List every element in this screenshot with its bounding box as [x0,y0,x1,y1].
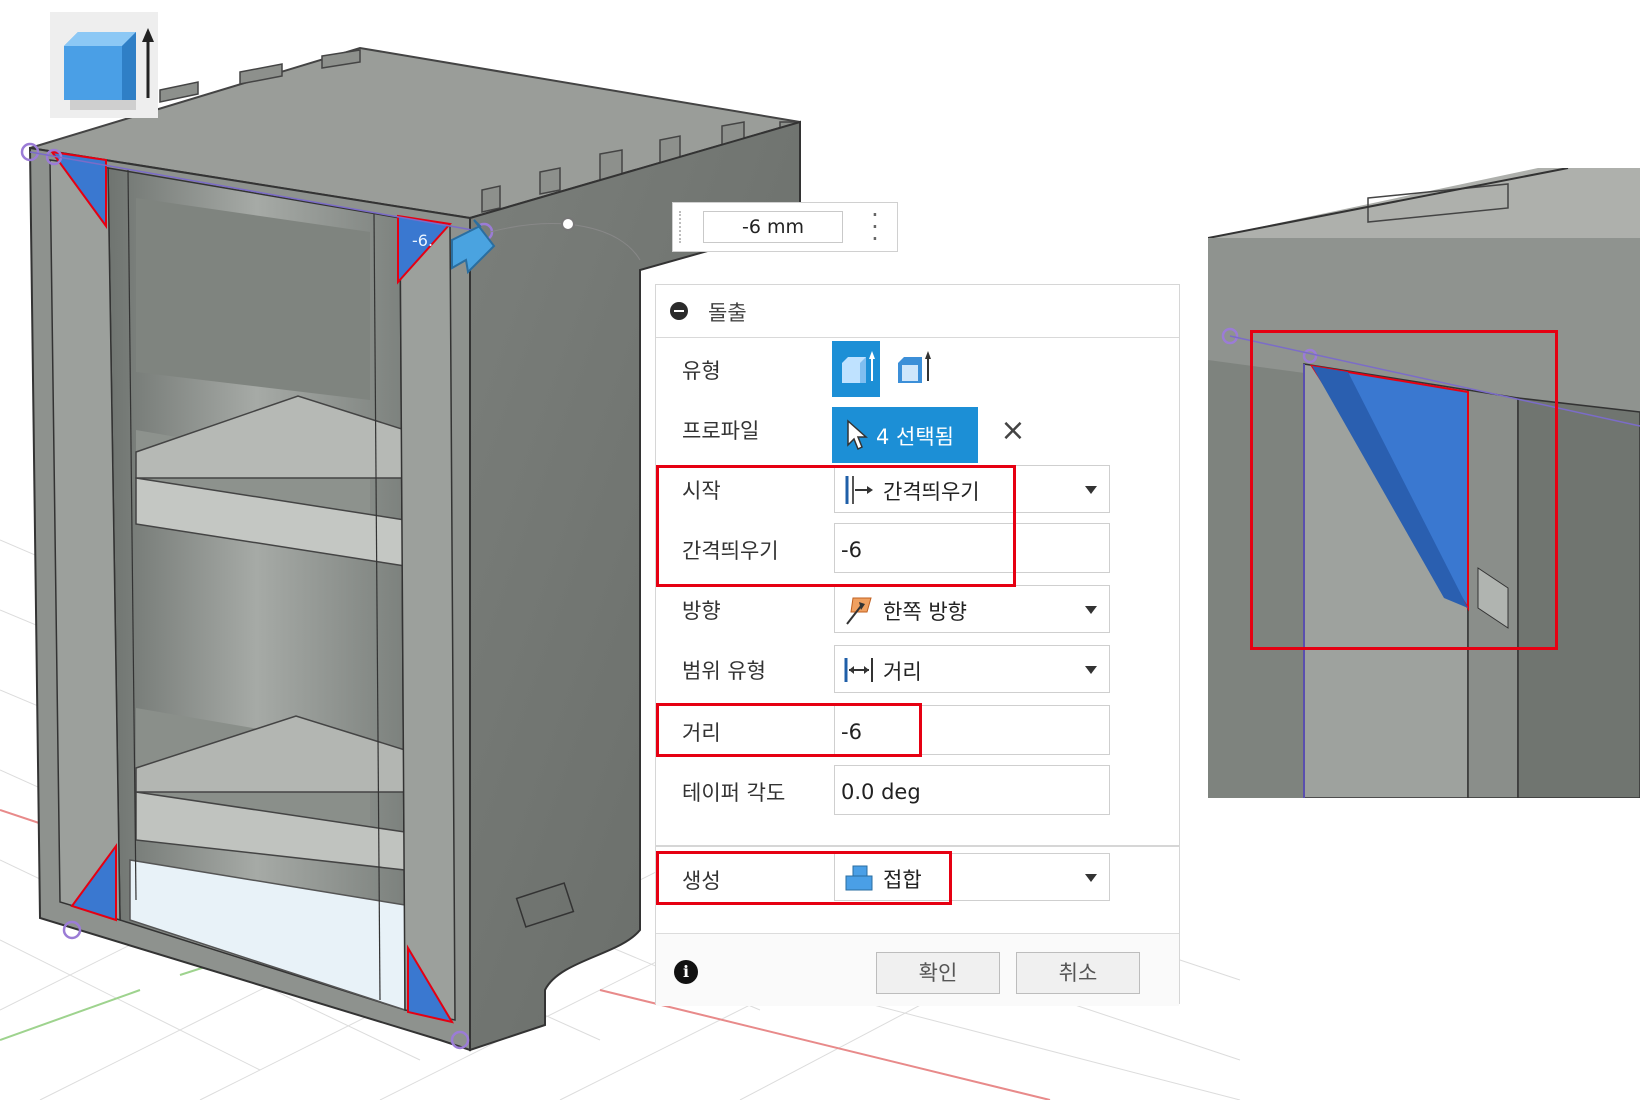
info-icon[interactable]: i [674,960,698,984]
origin-marker [561,217,575,231]
profile-selected-count: 4 선택됨 [876,425,954,449]
type-solid-button[interactable] [832,341,880,397]
one-side-direction-icon [846,597,872,625]
direction-label: 방향 [682,599,721,623]
highlight-start-offset [656,465,1016,587]
highlight-zoom-region [1250,330,1558,650]
chevron-down-icon [1085,666,1097,674]
zoom-detail-panel [1208,168,1640,798]
dialog-divider [656,845,1179,847]
cursor-arrow-icon [847,419,868,451]
type-thin-button[interactable] [888,341,936,397]
svg-text:-6.: -6. [412,231,433,250]
cancel-button[interactable]: 취소 [1016,952,1140,994]
dialog-title: 돌출 [708,301,747,325]
distance-manipulator-input[interactable]: -6 mm [703,211,843,243]
highlight-operation [656,851,952,905]
profile-select-button[interactable]: 4 선택됨 [832,407,978,463]
extent-type-label: 범위 유형 [682,659,766,683]
extrude-dialog: 돌출 유형 프로파일 4 선택됨 × 시작 간격띄우기 간격띄우기 -6 방향 … [655,284,1180,1006]
more-options-icon[interactable]: · · · [865,203,885,251]
type-label: 유형 [682,359,721,383]
extent-type-dropdown[interactable]: 거리 [834,645,1110,693]
taper-angle-label: 테이퍼 각도 [682,781,786,805]
thin-extrude-icon [898,351,931,383]
highlight-distance [656,703,922,757]
extent-type-value: 거리 [883,660,922,684]
direction-value: 한쪽 방향 [883,600,967,624]
chevron-down-icon [1085,874,1097,882]
dialog-header: 돌출 [656,285,1179,338]
ok-button[interactable]: 확인 [876,952,1000,994]
drag-handle[interactable] [679,211,691,243]
dialog-footer: i 확인 취소 [656,933,1179,1006]
chevron-down-icon [1085,486,1097,494]
solid-extrude-icon [842,351,875,383]
collapse-icon[interactable] [670,302,688,320]
direction-dropdown[interactable]: 한쪽 방향 [834,585,1110,633]
chevron-down-icon [1085,606,1097,614]
taper-angle-input[interactable]: 0.0 deg [834,765,1110,815]
clear-selection-icon[interactable]: × [998,411,1028,451]
distance-extent-icon [844,658,873,682]
extrude-tool-icon[interactable] [50,12,158,118]
profile-label: 프로파일 [682,419,760,443]
distance-manipulator: -6 mm · · · [672,202,898,252]
